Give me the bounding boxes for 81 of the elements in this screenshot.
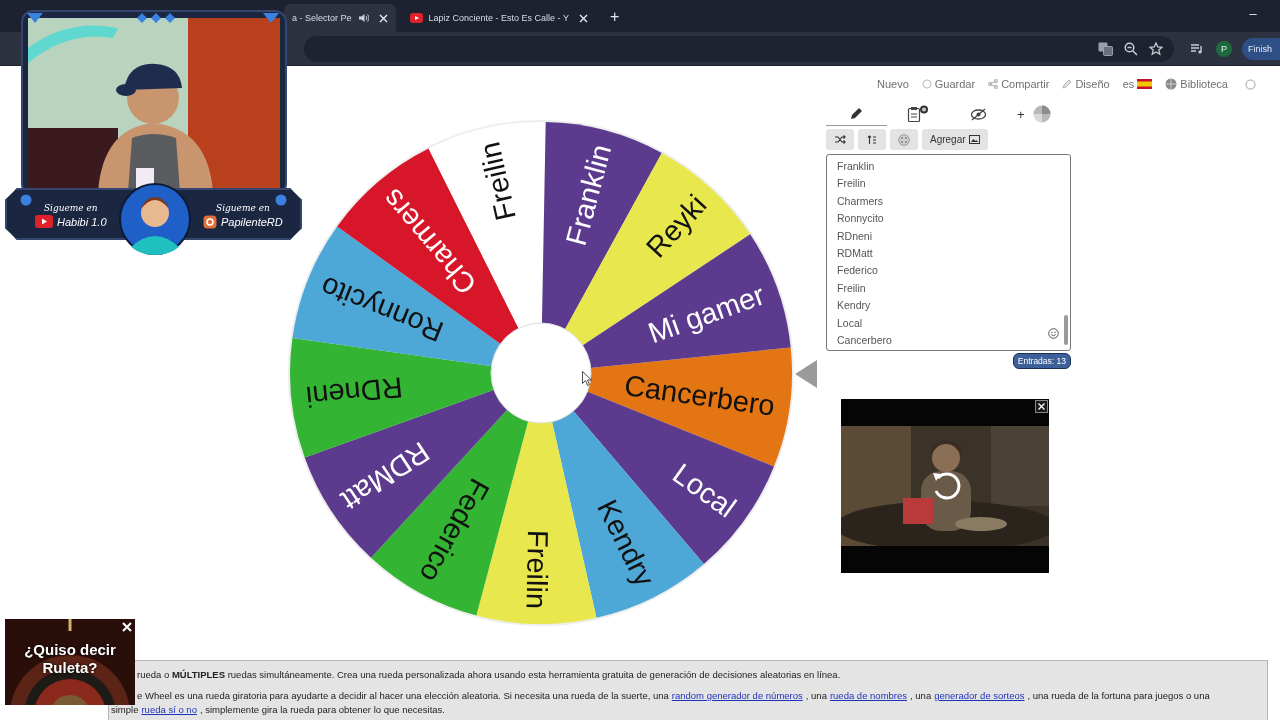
social-handle: Habibi 1.0 — [57, 215, 107, 228]
video-site-icon — [409, 13, 423, 23]
palette-icon — [898, 133, 910, 146]
star-icon[interactable] — [1149, 41, 1164, 56]
description-text: , una — [910, 689, 932, 702]
description-text: simple — [111, 703, 139, 716]
media-icon[interactable] — [1190, 42, 1205, 55]
smiley-icon[interactable] — [1048, 328, 1059, 339]
wheel-hub[interactable] — [490, 322, 592, 424]
dot-icon — [275, 194, 287, 206]
profile-avatar[interactable]: P — [1216, 40, 1232, 57]
text-link[interactable]: rueda de nombres — [829, 689, 908, 702]
roulette-ad[interactable]: ¿Quiso decir Ruleta? — [5, 619, 135, 705]
segment-label: RDneni — [304, 371, 405, 413]
translate-icon[interactable] — [1098, 41, 1114, 56]
entry-line: RDMatt — [837, 245, 874, 261]
entry-count-badge: Entradas: 13 — [1012, 353, 1071, 369]
segment-label: Cancerbero — [622, 368, 777, 422]
social-handle: PapilenteRD — [221, 216, 283, 228]
nav-link[interactable]: es — [1122, 78, 1153, 90]
entry-line: Federico — [837, 263, 879, 279]
entry-line: Freilin — [837, 280, 867, 296]
avatar-icon — [119, 183, 191, 255]
minimize-button[interactable]: – — [1230, 4, 1276, 32]
pencil-icon — [850, 107, 863, 120]
entries-field[interactable]: Franklin Freilin Charmers Ronnycito RDneni RDMatt Federico Freilin Kendry Local Cancerbero — [826, 154, 1071, 351]
clipboard-icon — [906, 105, 929, 123]
entry-line: Franklin — [837, 159, 876, 174]
text-link[interactable]: rueda sí o no — [141, 703, 197, 716]
speaker-icon[interactable] — [357, 13, 369, 23]
social-caption: Sigueme en — [43, 203, 98, 213]
nav-link[interactable]: Diseño — [1062, 78, 1110, 90]
text-link[interactable]: random generador de números — [671, 689, 803, 702]
eye-slash-icon — [970, 107, 987, 121]
nav-link[interactable]: Compartir — [988, 78, 1050, 90]
image-icon — [968, 135, 980, 144]
entry-line: Kendry — [837, 298, 872, 314]
text-link[interactable]: generador de sorteos — [934, 689, 1025, 702]
shuffle-icon — [834, 135, 846, 144]
entry-line: Ronnycito — [837, 211, 885, 227]
save-icon — [921, 79, 932, 89]
wheel-image-icon[interactable] — [1032, 105, 1051, 123]
new-tab-button[interactable]: + — [603, 4, 626, 32]
browser-tab[interactable]: Lapiz Conciente - Esto Es Calle - Y — [401, 4, 596, 32]
description-text: , una rueda de la fortuna para juegos o una — [1027, 689, 1210, 702]
add-image-button[interactable]: Agregar — [922, 129, 988, 150]
ad-headline: ¿Quiso decir Ruleta? — [23, 641, 117, 677]
segment-label: Freilin — [520, 529, 555, 610]
pencil-icon — [1062, 79, 1073, 89]
segment-label: Freilin — [473, 139, 522, 224]
nav-link[interactable]: Biblioteca — [1165, 78, 1228, 90]
nav-link[interactable]: Nuevo — [876, 78, 909, 90]
video-site-icon — [35, 215, 53, 228]
spain-flag-icon — [1137, 79, 1153, 89]
entry-line: RDneni — [837, 228, 874, 244]
nav-link[interactable]: Guardar — [921, 78, 976, 90]
dot-icon — [20, 194, 32, 206]
description-text: e Wheel es una rueda giratoria para ayudarte a decidir al hacer una elección aleatoria. Si necesita una rueda de la suerte, una — [137, 689, 669, 702]
sort-icon — [867, 134, 877, 145]
description-text: , simplemente gira la rueda para obtener lo que necesitas. — [199, 703, 445, 716]
browser-tab[interactable]: a - Selector Pe — [284, 4, 396, 32]
entry-line: Freilin — [837, 176, 867, 192]
entry-line: Local — [837, 315, 864, 331]
globe-icon — [1165, 78, 1178, 90]
add-wheel-button[interactable]: + — [1017, 106, 1025, 122]
description-text: rueda o MÚLTIPLES ruedas simultáneamente. Crea una rueda personalizada ahora usando esta herramienta gratuita de generación de decisiones aleatorias en línea. — [137, 668, 841, 681]
share-icon — [988, 79, 999, 89]
entry-line: Cancerbero — [837, 332, 893, 348]
cursor-icon — [582, 371, 592, 386]
segment-label: Mi gamer — [644, 278, 769, 350]
close-icon[interactable] — [1035, 400, 1048, 413]
tool-button[interactable] — [826, 129, 854, 150]
camera-icon — [203, 215, 217, 229]
social-caption: Sigueme en — [216, 203, 270, 213]
segment-label: Franklin — [559, 140, 618, 249]
entry-line: Charmers — [837, 193, 885, 209]
zoom-icon[interactable] — [1124, 41, 1139, 56]
description-text: , una — [805, 689, 827, 702]
scrollbar-thumb[interactable] — [1064, 315, 1068, 345]
pointer-icon — [795, 360, 817, 388]
finish-button[interactable]: Finish — [1242, 37, 1280, 60]
